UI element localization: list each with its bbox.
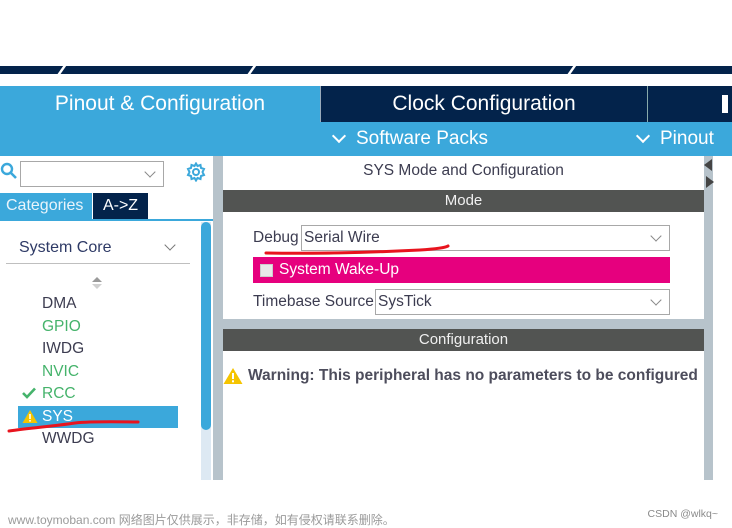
configuration-section-header: Configuration <box>223 329 704 351</box>
peripheral-dma[interactable]: DMA <box>0 293 200 316</box>
debug-value: Serial Wire <box>304 229 380 246</box>
chevron-down-icon <box>635 128 651 144</box>
mode-configuration-panel: SYS Mode and Configuration Mode Debug Se… <box>223 156 704 480</box>
section-splitter[interactable] <box>223 319 704 329</box>
timebase-value: SysTick <box>378 293 432 310</box>
warning-icon <box>223 368 243 384</box>
peripheral-list: DMA GPIO IWDG NVIC RCC SYS WWDG <box>0 293 200 451</box>
system-wakeup-checkbox[interactable] <box>260 263 273 277</box>
gear-icon[interactable] <box>186 162 206 182</box>
search-combobox[interactable] <box>20 161 164 187</box>
chevron-down-icon[interactable] <box>164 239 176 251</box>
peripheral-gpio[interactable]: GPIO <box>0 316 200 339</box>
peripheral-label: RCC <box>42 385 76 402</box>
peripheral-label: WWDG <box>42 430 95 447</box>
peripheral-sys[interactable]: SYS <box>18 405 178 428</box>
warning-icon <box>22 409 38 423</box>
tab-label: Pinout & Configuration <box>54 92 266 115</box>
tab-label: A->Z <box>102 197 139 214</box>
software-packs-label: Software Packs <box>356 128 488 149</box>
search-icon[interactable] <box>0 162 18 180</box>
category-system-core[interactable]: System Core <box>6 236 190 264</box>
tab-label: Categories <box>6 197 84 214</box>
peripheral-wwdg[interactable]: WWDG <box>0 428 200 451</box>
mode-section-header: Mode <box>223 190 704 212</box>
warning-message: Warning: This peripheral has no paramete… <box>223 367 698 385</box>
chevron-down-icon <box>650 294 662 306</box>
peripheral-iwdg[interactable]: IWDG <box>0 338 200 361</box>
collapse-left-icon[interactable] <box>704 159 712 171</box>
peripheral-label: GPIO <box>42 317 81 335</box>
tab-a-to-z[interactable]: A->Z <box>93 193 148 219</box>
tab-underline <box>0 219 213 221</box>
tab-clock-configuration[interactable]: Clock Configuration <box>320 86 647 122</box>
software-packs-menu[interactable]: Software Packs <box>330 122 488 156</box>
expand-right-icon[interactable] <box>706 176 714 188</box>
chevron-down-icon[interactable] <box>144 166 156 178</box>
tab-label: Clock Configuration <box>392 92 576 115</box>
truncated-tab-glyph <box>722 95 728 113</box>
peripheral-rcc[interactable]: RCC <box>0 383 200 406</box>
tab-categories[interactable]: Categories <box>0 193 92 219</box>
debug-select[interactable]: Serial Wire <box>301 225 670 251</box>
tab-project-manager-truncated[interactable] <box>647 86 732 122</box>
chevron-down-icon <box>650 230 662 242</box>
component-tree-panel: Categories A->Z System Core DMA GPIO IWD… <box>0 156 216 490</box>
pinout-menu[interactable]: Pinout <box>634 122 714 156</box>
timebase-source-label: Timebase Source <box>253 293 374 310</box>
main-tab-row: Pinout & Configuration Clock Configurati… <box>0 86 732 122</box>
right-scrollbar[interactable] <box>704 156 713 480</box>
peripheral-label: DMA <box>42 295 77 312</box>
system-wakeup-row: System Wake-Up <box>253 257 670 283</box>
tab-pinout-configuration[interactable]: Pinout & Configuration <box>0 86 320 122</box>
sort-icon[interactable] <box>92 277 102 289</box>
system-wakeup-label: System Wake-Up <box>279 261 400 278</box>
peripheral-nvic[interactable]: NVIC <box>0 361 200 384</box>
sub-toolbar: Software Packs Pinout <box>0 122 732 156</box>
panel-splitter[interactable] <box>213 156 223 480</box>
panel-title: SYS Mode and Configuration <box>363 162 564 179</box>
left-scrollbar-thumb[interactable] <box>201 222 211 430</box>
check-icon <box>22 387 36 399</box>
peripheral-label: IWDG <box>42 340 85 357</box>
debug-label: Debug <box>253 229 299 246</box>
credit-text: CSDN @wlkq~ <box>647 508 718 520</box>
watermark-text: www.toymoban.com 网络图片仅供展示，非存储，如有侵权请联系删除。 <box>8 513 395 527</box>
category-label: System Core <box>19 239 112 256</box>
peripheral-label: NVIC <box>42 362 80 380</box>
top-step-bar <box>0 66 732 74</box>
warning-text: Warning: This peripheral has no paramete… <box>248 367 698 384</box>
timebase-source-select[interactable]: SysTick <box>375 289 670 315</box>
peripheral-label: SYS <box>42 407 74 425</box>
chevron-down-icon <box>331 128 347 144</box>
pinout-label: Pinout <box>660 128 714 149</box>
